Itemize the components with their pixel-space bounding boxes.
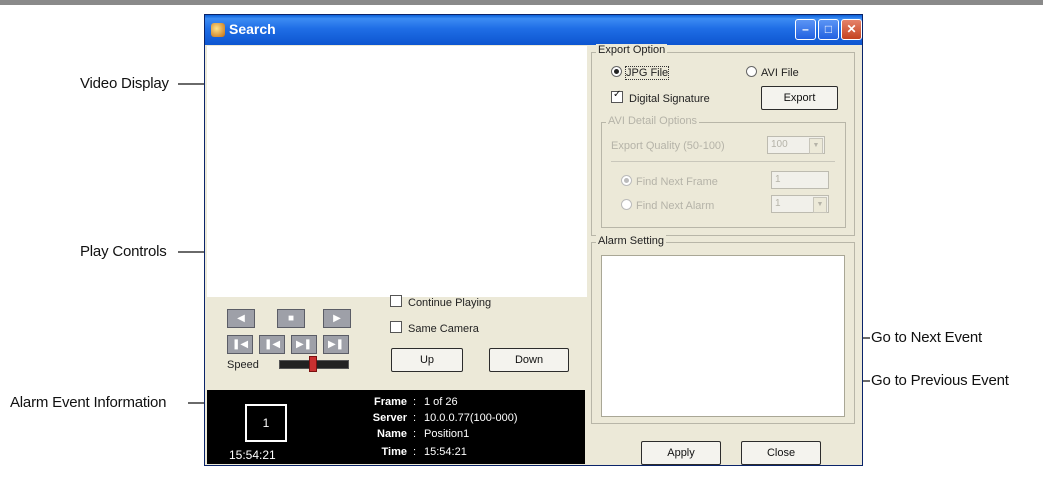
avi-file-radio-dot[interactable]	[746, 66, 757, 77]
up-button[interactable]: Up	[391, 348, 463, 372]
continue-playing-box[interactable]	[390, 295, 402, 307]
server-label: Server	[372, 412, 407, 424]
export-quality-label: Export Quality (50-100)	[611, 140, 725, 152]
time-colon: :	[413, 446, 417, 458]
find-next-frame-label: Find Next Frame	[636, 176, 718, 188]
find-next-alarm-radio-dot[interactable]	[621, 199, 632, 210]
same-camera-label: Same Camera	[408, 323, 479, 335]
same-camera-box[interactable]	[390, 321, 402, 333]
frame-label: Frame	[373, 396, 407, 408]
find-next-frame-radio-dot[interactable]	[621, 175, 632, 186]
next-frame-icon: ▶❚	[295, 339, 313, 350]
digital-signature-label: Digital Signature	[629, 93, 710, 105]
top-border	[0, 0, 1043, 5]
minimize-button[interactable]: –	[795, 19, 816, 40]
find-next-frame-radio[interactable]: Find Next Frame	[621, 175, 718, 188]
prev-frame-icon: ❚◀	[263, 339, 281, 350]
play-icon: ▶	[333, 313, 341, 324]
find-next-alarm-radio[interactable]: Find Next Alarm	[621, 199, 714, 212]
dropdown-arrow-icon[interactable]: ▼	[813, 197, 827, 213]
continue-playing-label: Continue Playing	[408, 297, 492, 309]
apply-button[interactable]: Apply	[641, 441, 721, 465]
find-next-alarm-select[interactable]: 1 ▼	[771, 195, 829, 213]
time-value: 15:54:21	[424, 446, 467, 458]
stop-button[interactable]: ■	[277, 309, 305, 328]
check-icon: ✓	[613, 89, 622, 100]
alarm-setting-list[interactable]	[601, 255, 845, 417]
frame-number-box: 1	[245, 404, 287, 442]
avi-detail-title: AVI Detail Options	[606, 115, 700, 127]
rewind-icon: ◀	[237, 313, 245, 324]
name-label: Name	[377, 428, 407, 440]
stop-icon: ■	[287, 313, 295, 324]
callout-alarm-event-information: Alarm Event Information	[10, 394, 167, 411]
time-label: Time	[381, 446, 407, 458]
jpg-file-radio[interactable]: JPG File	[611, 66, 670, 80]
first-frame-button[interactable]: ❚◀	[227, 335, 253, 354]
prev-frame-button[interactable]: ❚◀	[259, 335, 285, 354]
last-frame-button[interactable]: ▶❚	[323, 335, 349, 354]
maximize-button[interactable]: □	[818, 19, 839, 40]
export-quality-select[interactable]: 100 ▼	[767, 136, 825, 154]
window-title: Search	[229, 21, 276, 37]
same-camera-checkbox[interactable]: Same Camera	[390, 321, 479, 335]
play-button[interactable]: ▶	[323, 309, 351, 328]
callout-go-next-event: Go to Next Event	[871, 329, 983, 346]
find-next-alarm-value: 1	[775, 198, 781, 209]
find-next-alarm-label: Find Next Alarm	[636, 200, 715, 212]
find-next-frame-value: 1	[775, 174, 781, 185]
video-display[interactable]	[207, 46, 587, 297]
avi-file-label: AVI File	[761, 67, 799, 79]
dropdown-arrow-icon[interactable]: ▼	[809, 138, 823, 154]
rewind-button[interactable]: ◀	[227, 309, 255, 328]
last-frame-icon: ▶❚	[327, 339, 345, 350]
digital-signature-box[interactable]: ✓	[611, 89, 623, 103]
avi-detail-divider	[611, 161, 835, 162]
alarm-event-info-panel: 1 15:54:21 Frame : 1 of 26 Server : 10.0…	[207, 390, 585, 464]
name-colon: :	[413, 428, 417, 440]
close-window-button[interactable]: ✕	[841, 19, 862, 40]
name-value: Position1	[424, 428, 470, 440]
export-option-title: Export Option	[596, 44, 668, 56]
jpg-file-label: JPG File	[624, 66, 670, 80]
speed-label: Speed	[227, 359, 259, 371]
server-value: 10.0.0.77(100-000)	[424, 412, 518, 424]
first-frame-icon: ❚◀	[231, 339, 249, 350]
avi-file-radio[interactable]: AVI File	[746, 66, 799, 79]
digital-signature-checkbox[interactable]: ✓ Digital Signature	[611, 89, 710, 105]
callout-go-previous-event: Go to Previous Event	[871, 372, 1009, 389]
alarm-setting-title: Alarm Setting	[596, 235, 667, 247]
export-quality-value: 100	[771, 139, 788, 150]
export-button[interactable]: Export	[761, 86, 838, 110]
app-icon	[211, 23, 225, 37]
event-time-display: 15:54:21	[229, 448, 276, 462]
close-button[interactable]: Close	[741, 441, 821, 465]
title-bar[interactable]: Search – □ ✕	[205, 15, 862, 45]
callout-play-controls: Play Controls	[80, 243, 167, 260]
next-frame-button[interactable]: ▶❚	[291, 335, 317, 354]
callout-video-display: Video Display	[80, 75, 169, 92]
continue-playing-checkbox[interactable]: Continue Playing	[390, 295, 491, 309]
frame-colon: :	[413, 396, 417, 408]
jpg-file-radio-dot[interactable]	[611, 66, 622, 77]
down-button[interactable]: Down	[489, 348, 569, 372]
search-window: Search – □ ✕ ◀ ■ ▶ ❚◀ ❚◀ ▶❚ ▶❚ Speed Con…	[204, 14, 863, 466]
find-next-frame-input[interactable]: 1	[771, 171, 829, 189]
server-colon: :	[413, 412, 417, 424]
speed-slider-thumb[interactable]	[309, 356, 317, 372]
frame-value: 1 of 26	[424, 396, 458, 408]
